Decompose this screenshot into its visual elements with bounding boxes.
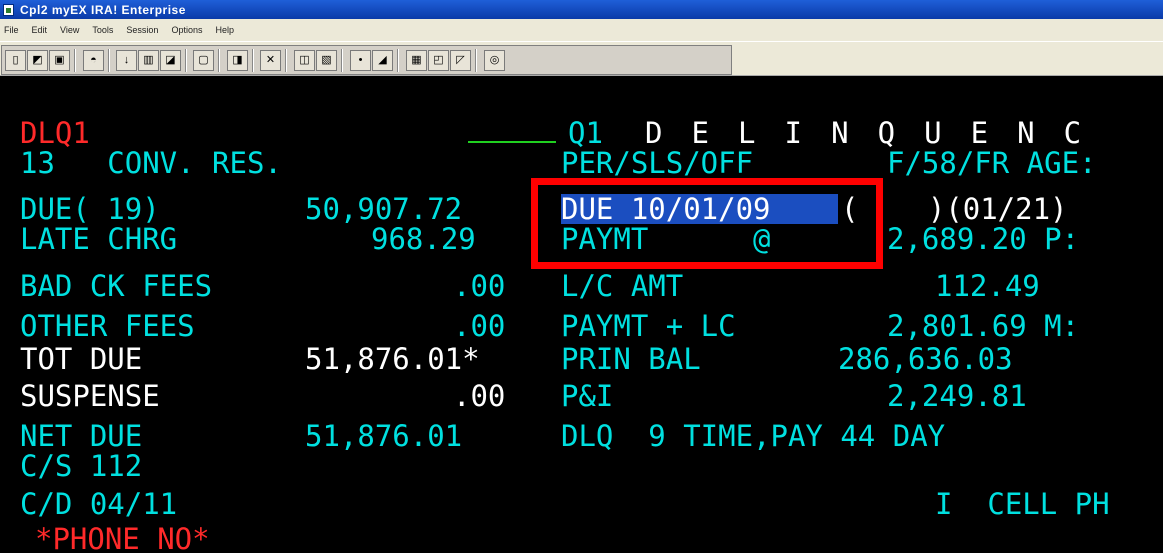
app-icon[interactable] <box>3 3 14 16</box>
macro-icon[interactable]: ▥ <box>138 50 159 71</box>
menu-bar: File Edit View Tools Session Options Hel… <box>0 19 1163 41</box>
screen-id: DLQ1 <box>20 116 90 150</box>
delinquency-status: DLQ 9 TIME,PAY 44 DAY <box>561 419 946 453</box>
principal-balance-amount: 286,636.03 <box>838 342 1013 376</box>
principal-interest-label: P&I <box>561 379 614 413</box>
bad-check-fees-label: BAD CK FEES <box>20 269 213 303</box>
toolbar-separator <box>475 49 477 72</box>
net-due-label: NET DUE <box>20 419 143 453</box>
copy-icon[interactable]: ◫ <box>294 50 315 71</box>
chart-icon[interactable]: ◸ <box>450 50 471 71</box>
principal-interest-amount: 2,249.81 <box>887 379 1027 413</box>
cs-value: C/S 112 <box>20 449 143 483</box>
new-session-icon[interactable]: ▯ <box>5 50 26 71</box>
late-charge-amt-value: 112.49 <box>935 269 1040 303</box>
total-due-amount: 51,876.01* <box>305 342 480 376</box>
due-paren-rest: )(01/21) <box>858 192 1068 226</box>
menu-file[interactable]: File <box>4 25 19 35</box>
help-icon[interactable]: ◎ <box>484 50 505 71</box>
toolbar-separator <box>285 49 287 72</box>
principal-balance-label: PRIN BAL <box>561 342 701 376</box>
display-icon[interactable]: ◰ <box>428 50 449 71</box>
toolbar-separator <box>341 49 343 72</box>
terminal-screen[interactable]: DLQ1 Q1 D E L I N Q U E N C 13 CONV. RES… <box>0 76 1163 553</box>
per-sls-off-label: PER/SLS/OFF <box>561 146 754 180</box>
view-icon[interactable]: ▢ <box>193 50 214 71</box>
record-icon[interactable]: ↓ <box>116 50 137 71</box>
net-due-amount: 51,876.01 <box>305 419 463 453</box>
toolbar-separator <box>218 49 220 72</box>
late-charge-label: LATE CHRG <box>20 222 178 256</box>
screen-title: D E L I N Q U E N C <box>645 116 1087 150</box>
receive-icon[interactable]: ◢ <box>372 50 393 71</box>
due-paren-open: ( <box>841 192 859 226</box>
save-icon[interactable]: ▣ <box>49 50 70 71</box>
due-label: DUE( 19) <box>20 192 160 226</box>
fr-age-value: F/58/FR AGE: <box>887 146 1097 180</box>
cell-phone-label: I CELL PH <box>935 487 1110 521</box>
cd-value: C/D 04/11 <box>20 487 178 521</box>
clipboard-icon[interactable]: ▧ <box>316 50 337 71</box>
screen-icon[interactable]: ▦ <box>406 50 427 71</box>
menu-tools[interactable]: Tools <box>92 25 113 35</box>
due-date[interactable]: DUE 10/01/09 <box>561 194 771 224</box>
phone-number-warning: *PHONE NO* <box>35 522 210 553</box>
input-field-underline[interactable] <box>468 141 556 143</box>
total-due-label: TOT DUE <box>20 342 143 376</box>
payment-amount: 2,689.20 P: <box>887 222 1080 256</box>
toolbar-separator <box>185 49 187 72</box>
other-fees-amount: .00 <box>453 309 506 343</box>
loan-type: 13 CONV. RES. <box>20 146 282 180</box>
bad-check-fees-amount: .00 <box>453 269 506 303</box>
menu-view[interactable]: View <box>60 25 79 35</box>
other-fees-label: OTHER FEES <box>20 309 195 343</box>
menu-edit[interactable]: Edit <box>32 25 48 35</box>
send-icon[interactable]: • <box>350 50 371 71</box>
due-amount: 50,907.72 <box>305 192 463 226</box>
toolbar-separator <box>252 49 254 72</box>
screen-code: Q1 <box>568 116 603 150</box>
open-icon[interactable]: ◩ <box>27 50 48 71</box>
payment-plus-lc-amount: 2,801.69 M: <box>887 309 1080 343</box>
cut-icon[interactable]: ✕ <box>260 50 281 71</box>
toolbar-separator <box>74 49 76 72</box>
payment-label: PAYMT @ <box>561 222 771 256</box>
suspense-amount: .00 <box>453 379 506 413</box>
menu-help[interactable]: Help <box>215 25 234 35</box>
late-charge-amt-label: L/C AMT <box>561 269 684 303</box>
menu-options[interactable]: Options <box>171 25 202 35</box>
print-icon[interactable]: ◓ <box>83 50 104 71</box>
menu-session[interactable]: Session <box>126 25 158 35</box>
late-charge-amount: 968.29 <box>371 222 476 256</box>
paste-icon[interactable]: ◪ <box>160 50 181 71</box>
toolbar-separator <box>108 49 110 72</box>
window-title: Cpl2 myEX IRA! Enterprise <box>20 2 186 17</box>
payment-plus-lc-label: PAYMT + LC <box>561 309 736 343</box>
title-bar: Cpl2 myEX IRA! Enterprise <box>0 0 1163 19</box>
folder-icon[interactable]: ◨ <box>227 50 248 71</box>
toolbar: ▯ ◩ ▣ ◓ ↓ ▥ ◪ ▢ ◨ ✕ ◫ ▧ • ◢ ▦ ◰ ◸ ◎ <box>0 41 1163 76</box>
suspense-label: SUSPENSE <box>20 379 160 413</box>
toolbar-separator <box>397 49 399 72</box>
